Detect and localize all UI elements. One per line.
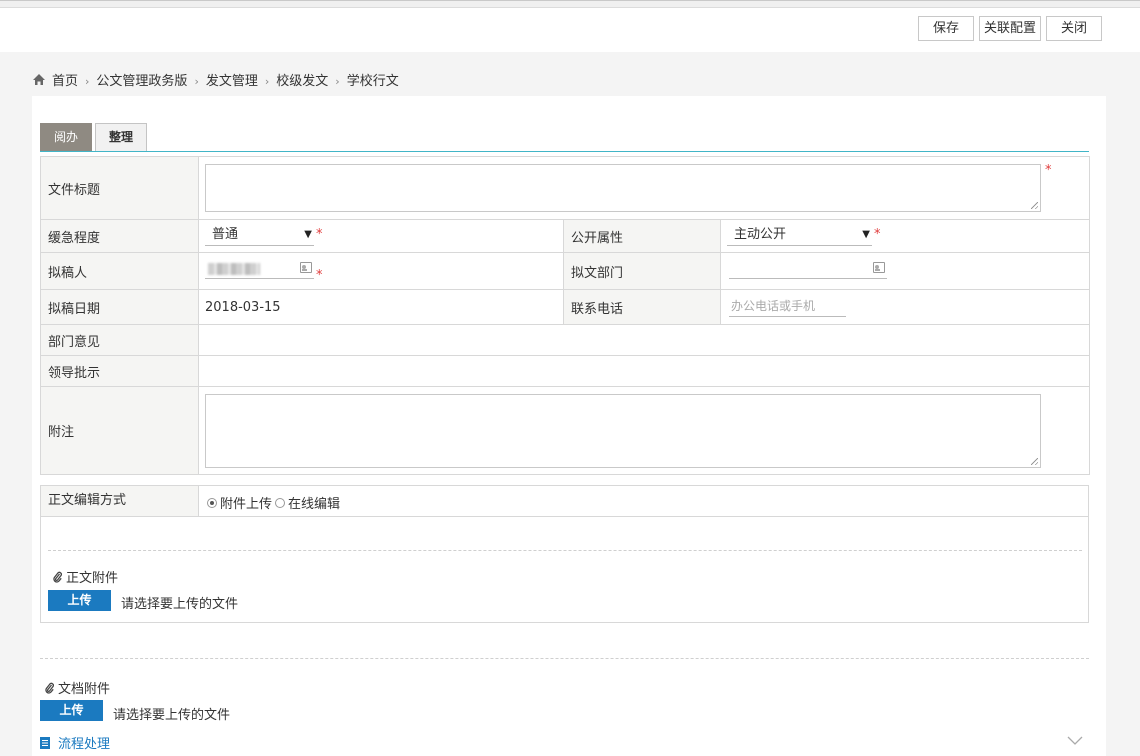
urgency-label: 缓急程度: [40, 219, 199, 253]
chevron-down-icon[interactable]: [1067, 736, 1083, 746]
radio-online-edit-label[interactable]: 在线编辑: [288, 493, 340, 512]
publicity-value: 主动公开: [734, 227, 787, 242]
divider: [40, 658, 1089, 659]
body-edit-label: 正文编辑方式: [41, 486, 199, 516]
breadcrumb-item-current: 学校行文: [346, 73, 399, 89]
phone-placeholder: 办公电话或手机: [731, 299, 816, 313]
body-edit-section: 正文编辑方式 附件上传 在线编辑 正文附件 上传 请选择要上传的文件: [40, 485, 1089, 623]
urgency-value: 普通: [212, 227, 239, 242]
doc-upload-hint: 请选择要上传的文件: [113, 708, 231, 723]
divider: [48, 550, 1082, 551]
body-attachment-title: 正文附件: [53, 567, 118, 586]
resize-grip-icon[interactable]: [1031, 202, 1038, 209]
dept-picker-icon[interactable]: [873, 262, 885, 273]
dropdown-arrow-icon: ▼: [304, 229, 312, 240]
leader-instruction-label: 领导批示: [40, 355, 199, 387]
document-icon: [40, 736, 50, 749]
tab-review[interactable]: 阅办: [40, 123, 92, 151]
drafter-label: 拟稿人: [40, 252, 199, 290]
main-panel: 阅办 整理 文件标题 * 缓急程度 普通 ▼ * 公开属性 主动公开 ▼ * 拟…: [32, 96, 1106, 756]
breadcrumb: 首页 › 公文管理政务版 › 发文管理 › 校级发文 › 学校行文: [32, 70, 399, 89]
breadcrumb-separator: ›: [194, 74, 199, 88]
body-edit-mode-radio-group: 附件上传 在线编辑: [207, 493, 343, 512]
breadcrumb-separator: ›: [264, 74, 270, 88]
drafter-name-blurred: [208, 263, 260, 275]
paperclip-icon: [53, 571, 62, 583]
phone-input[interactable]: 办公电话或手机: [729, 297, 846, 317]
required-mark: *: [316, 227, 323, 242]
flow-process-label[interactable]: 流程处理: [58, 733, 110, 752]
title-label: 文件标题: [40, 156, 199, 220]
radio-attachment-upload[interactable]: [207, 497, 217, 508]
resize-grip-icon[interactable]: [1031, 457, 1038, 465]
radio-attachment-upload-label[interactable]: 附件上传: [220, 493, 272, 512]
required-mark: *: [316, 268, 323, 283]
save-button[interactable]: 保存: [918, 16, 974, 41]
breadcrumb-item[interactable]: 发文管理: [206, 70, 258, 89]
draft-dept-label: 拟文部门: [563, 252, 721, 290]
close-button[interactable]: 关闭: [1046, 16, 1102, 41]
paperclip-icon: [45, 682, 54, 694]
tab-organize[interactable]: 整理: [95, 123, 147, 151]
drafter-field[interactable]: [205, 259, 314, 279]
dept-opinion-value: [198, 324, 1090, 356]
required-mark: *: [874, 227, 881, 242]
body-edit-mode-row: 正文编辑方式 附件上传 在线编辑: [41, 486, 1088, 517]
note-textarea[interactable]: [205, 393, 1041, 468]
urgency-select[interactable]: 普通 ▼: [205, 226, 314, 246]
breadcrumb-separator: ›: [85, 74, 90, 88]
home-icon[interactable]: [32, 73, 46, 86]
required-mark: *: [1045, 163, 1052, 178]
document-form: 文件标题 * 缓急程度 普通 ▼ * 公开属性 主动公开 ▼ * 拟稿人 * 拟…: [40, 156, 1090, 475]
radio-online-edit[interactable]: [275, 497, 286, 508]
draft-date-value: 2018-03-15: [198, 289, 564, 325]
user-picker-icon[interactable]: [300, 262, 312, 273]
publicity-label: 公开属性: [563, 219, 721, 253]
breadcrumb-item[interactable]: 校级发文: [276, 70, 328, 89]
window-top-border: [0, 0, 1140, 8]
phone-label: 联系电话: [563, 289, 721, 325]
body-upload-button[interactable]: 上传: [48, 590, 111, 611]
publicity-select[interactable]: 主动公开 ▼: [727, 226, 872, 246]
toolbar: 保存 关联配置 关闭: [0, 8, 1140, 52]
title-textarea[interactable]: [205, 164, 1041, 212]
note-label: 附注: [40, 386, 199, 475]
doc-attachment-title: 文档附件: [45, 678, 110, 697]
body-attachment-label: 正文附件: [66, 571, 119, 586]
draft-date-label: 拟稿日期: [40, 289, 199, 325]
dropdown-arrow-icon: ▼: [862, 229, 870, 240]
dept-opinion-label: 部门意见: [40, 324, 199, 356]
doc-upload-button[interactable]: 上传: [40, 700, 103, 721]
flow-process-link[interactable]: 流程处理: [40, 733, 110, 752]
tab-bar: 阅办 整理: [40, 123, 1089, 152]
body-upload-hint: 请选择要上传的文件: [121, 597, 239, 612]
breadcrumb-home[interactable]: 首页: [52, 70, 78, 89]
leader-instruction-value: [198, 355, 1090, 387]
draft-dept-field[interactable]: [729, 259, 887, 279]
link-config-button[interactable]: 关联配置: [979, 16, 1041, 41]
breadcrumb-item[interactable]: 公文管理政务版: [96, 70, 187, 89]
doc-attachment-label: 文档附件: [58, 682, 111, 697]
breadcrumb-separator: ›: [335, 74, 340, 88]
